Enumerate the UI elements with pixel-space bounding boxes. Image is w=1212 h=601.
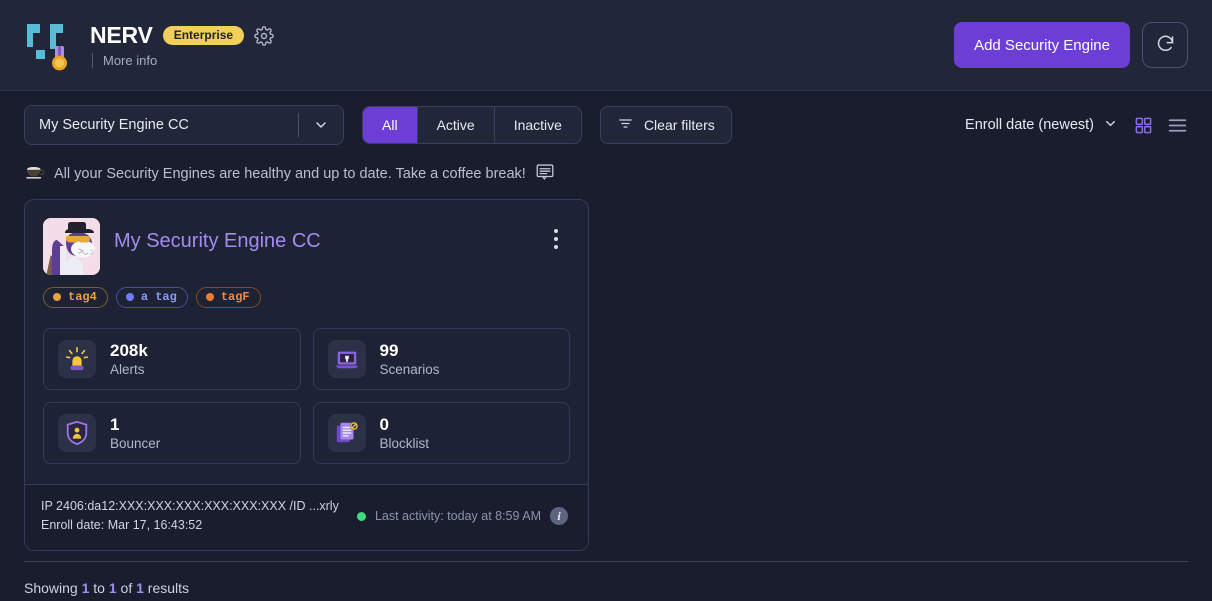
stat-label: Alerts [110,361,145,377]
tag-dot [125,293,134,301]
laptop-scenario-icon [327,340,366,378]
tag-list: tag4 a tag tagF [43,287,570,308]
view-mode-toggle [1134,115,1188,136]
nerv-logo-icon [24,19,76,71]
stat-alerts[interactable]: 208k Alerts [43,328,301,390]
security-engine-select[interactable]: My Security Engine CC [24,105,344,145]
results-mid2: of [116,579,137,596]
engine-title-link[interactable]: My Security Engine CC [114,218,528,253]
health-status-line: All your Security Engines are healthy an… [0,145,1212,185]
results-total: 1 [136,579,144,596]
stat-value: 208k [110,340,148,360]
sort-selector[interactable]: Enroll date (newest) [965,116,1118,135]
stat-bouncer[interactable]: 1 Bouncer [43,402,301,464]
stat-alerts-text: 208k Alerts [110,340,148,379]
engine-card-list: My Security Engine CC tag4 a tag tagF 20… [0,185,1212,551]
filters-toolbar: My Security Engine CC All Active Inactiv… [0,91,1212,145]
stat-blocklist[interactable]: 0 Blocklist [312,402,570,464]
llama-avatar [43,218,100,275]
card-footer: IP 2406:da12:XXX:XXX:XXX:XXX:XXX:XXX /ID… [25,484,588,550]
status-filter-group: All Active Inactive [362,106,582,144]
brand-name: NERV [90,22,153,48]
gear-icon[interactable] [254,25,274,46]
tag-chip[interactable]: a tag [115,287,188,308]
header-actions: Add Security Engine [954,22,1188,68]
tag-label: tag4 [68,290,97,304]
filter-tab-active[interactable]: Active [417,107,495,143]
stat-scenarios-text: 99 Scenarios [380,340,440,379]
grid-view-icon[interactable] [1134,116,1153,135]
clear-filters-button[interactable]: Clear filters [599,106,732,144]
brand-divider [92,53,93,68]
list-view-icon[interactable] [1167,115,1188,136]
stats-grid: 208k Alerts 99 Scenarios 1 Bouncer 0 Blo… [43,328,570,464]
siren-alert-icon [58,340,96,378]
stat-label: Blocklist [379,435,430,451]
toolbar-right: Enroll date (newest) [965,115,1188,136]
refresh-button[interactable] [1142,22,1188,68]
tag-label: tagF [220,290,250,304]
chevron-down-icon [1103,116,1118,135]
stat-scenarios[interactable]: 99 Scenarios [312,328,570,390]
results-to: 1 [108,579,117,596]
security-engine-card[interactable]: My Security Engine CC tag4 a tag tagF 20… [24,199,589,551]
tag-dot [53,293,61,301]
plan-badge: Enterprise [162,26,245,45]
blocklist-document-icon [327,414,366,452]
stat-bouncer-text: 1 Bouncer [110,414,160,453]
results-suffix: results [143,579,190,596]
results-summary: Showing 1 to 1 of 1 results [0,562,1212,596]
engine-ip-line: IP 2406:da12:XXX:XXX:XXX:XXX:XXX:XXX /ID… [41,499,339,513]
card-body: My Security Engine CC tag4 a tag tagF 20… [25,200,588,484]
stat-label: Bouncer [110,435,161,451]
status-dot-online [356,511,366,521]
filter-icon [617,115,634,135]
results-mid1: to [89,579,109,596]
shield-bouncer-icon [58,414,96,452]
chevron-down-icon[interactable] [299,117,343,133]
stat-value: 0 [379,414,389,434]
stat-label: Scenarios [379,361,440,377]
document-lines-icon[interactable] [535,163,555,185]
last-activity-label: Last activity: today at 8:59 AM [374,509,541,524]
brand-block: NERV Enterprise More info [24,19,274,71]
more-info-link[interactable]: More info [103,53,157,68]
brand-text: NERV Enterprise More info [90,22,274,68]
results-prefix: Showing [24,579,82,596]
tag-chip[interactable]: tag4 [43,287,108,308]
tag-chip[interactable]: tagF [195,287,261,308]
filter-tab-all[interactable]: All [363,107,418,143]
refresh-icon [1155,33,1176,57]
add-security-engine-button[interactable]: Add Security Engine [954,22,1130,68]
stat-value: 99 [379,340,399,360]
coffee-cup-icon [24,164,45,184]
sort-label: Enroll date (newest) [965,117,1094,133]
stat-value: 1 [110,414,120,434]
security-engine-select-value: My Security Engine CC [39,117,189,133]
engine-enroll-date: Enroll date: Mar 17, 16:43:52 [41,518,203,533]
tag-dot [205,293,214,301]
app-header: NERV Enterprise More info Add Security E… [0,0,1212,91]
card-footer-meta: IP 2406:da12:XXX:XXX:XXX:XXX:XXX:XXX /ID… [41,497,339,536]
health-status-message: All your Security Engines are healthy an… [54,166,526,182]
kebab-menu-icon[interactable] [542,224,570,254]
card-header: My Security Engine CC [43,218,570,275]
clear-filters-label: Clear filters [643,117,715,133]
tag-label: a tag [140,290,177,304]
stat-blocklist-text: 0 Blocklist [380,414,430,453]
filter-tab-inactive[interactable]: Inactive [494,107,581,143]
card-footer-activity: Last activity: today at 8:59 AM i [356,507,572,526]
info-icon[interactable]: i [550,507,568,526]
